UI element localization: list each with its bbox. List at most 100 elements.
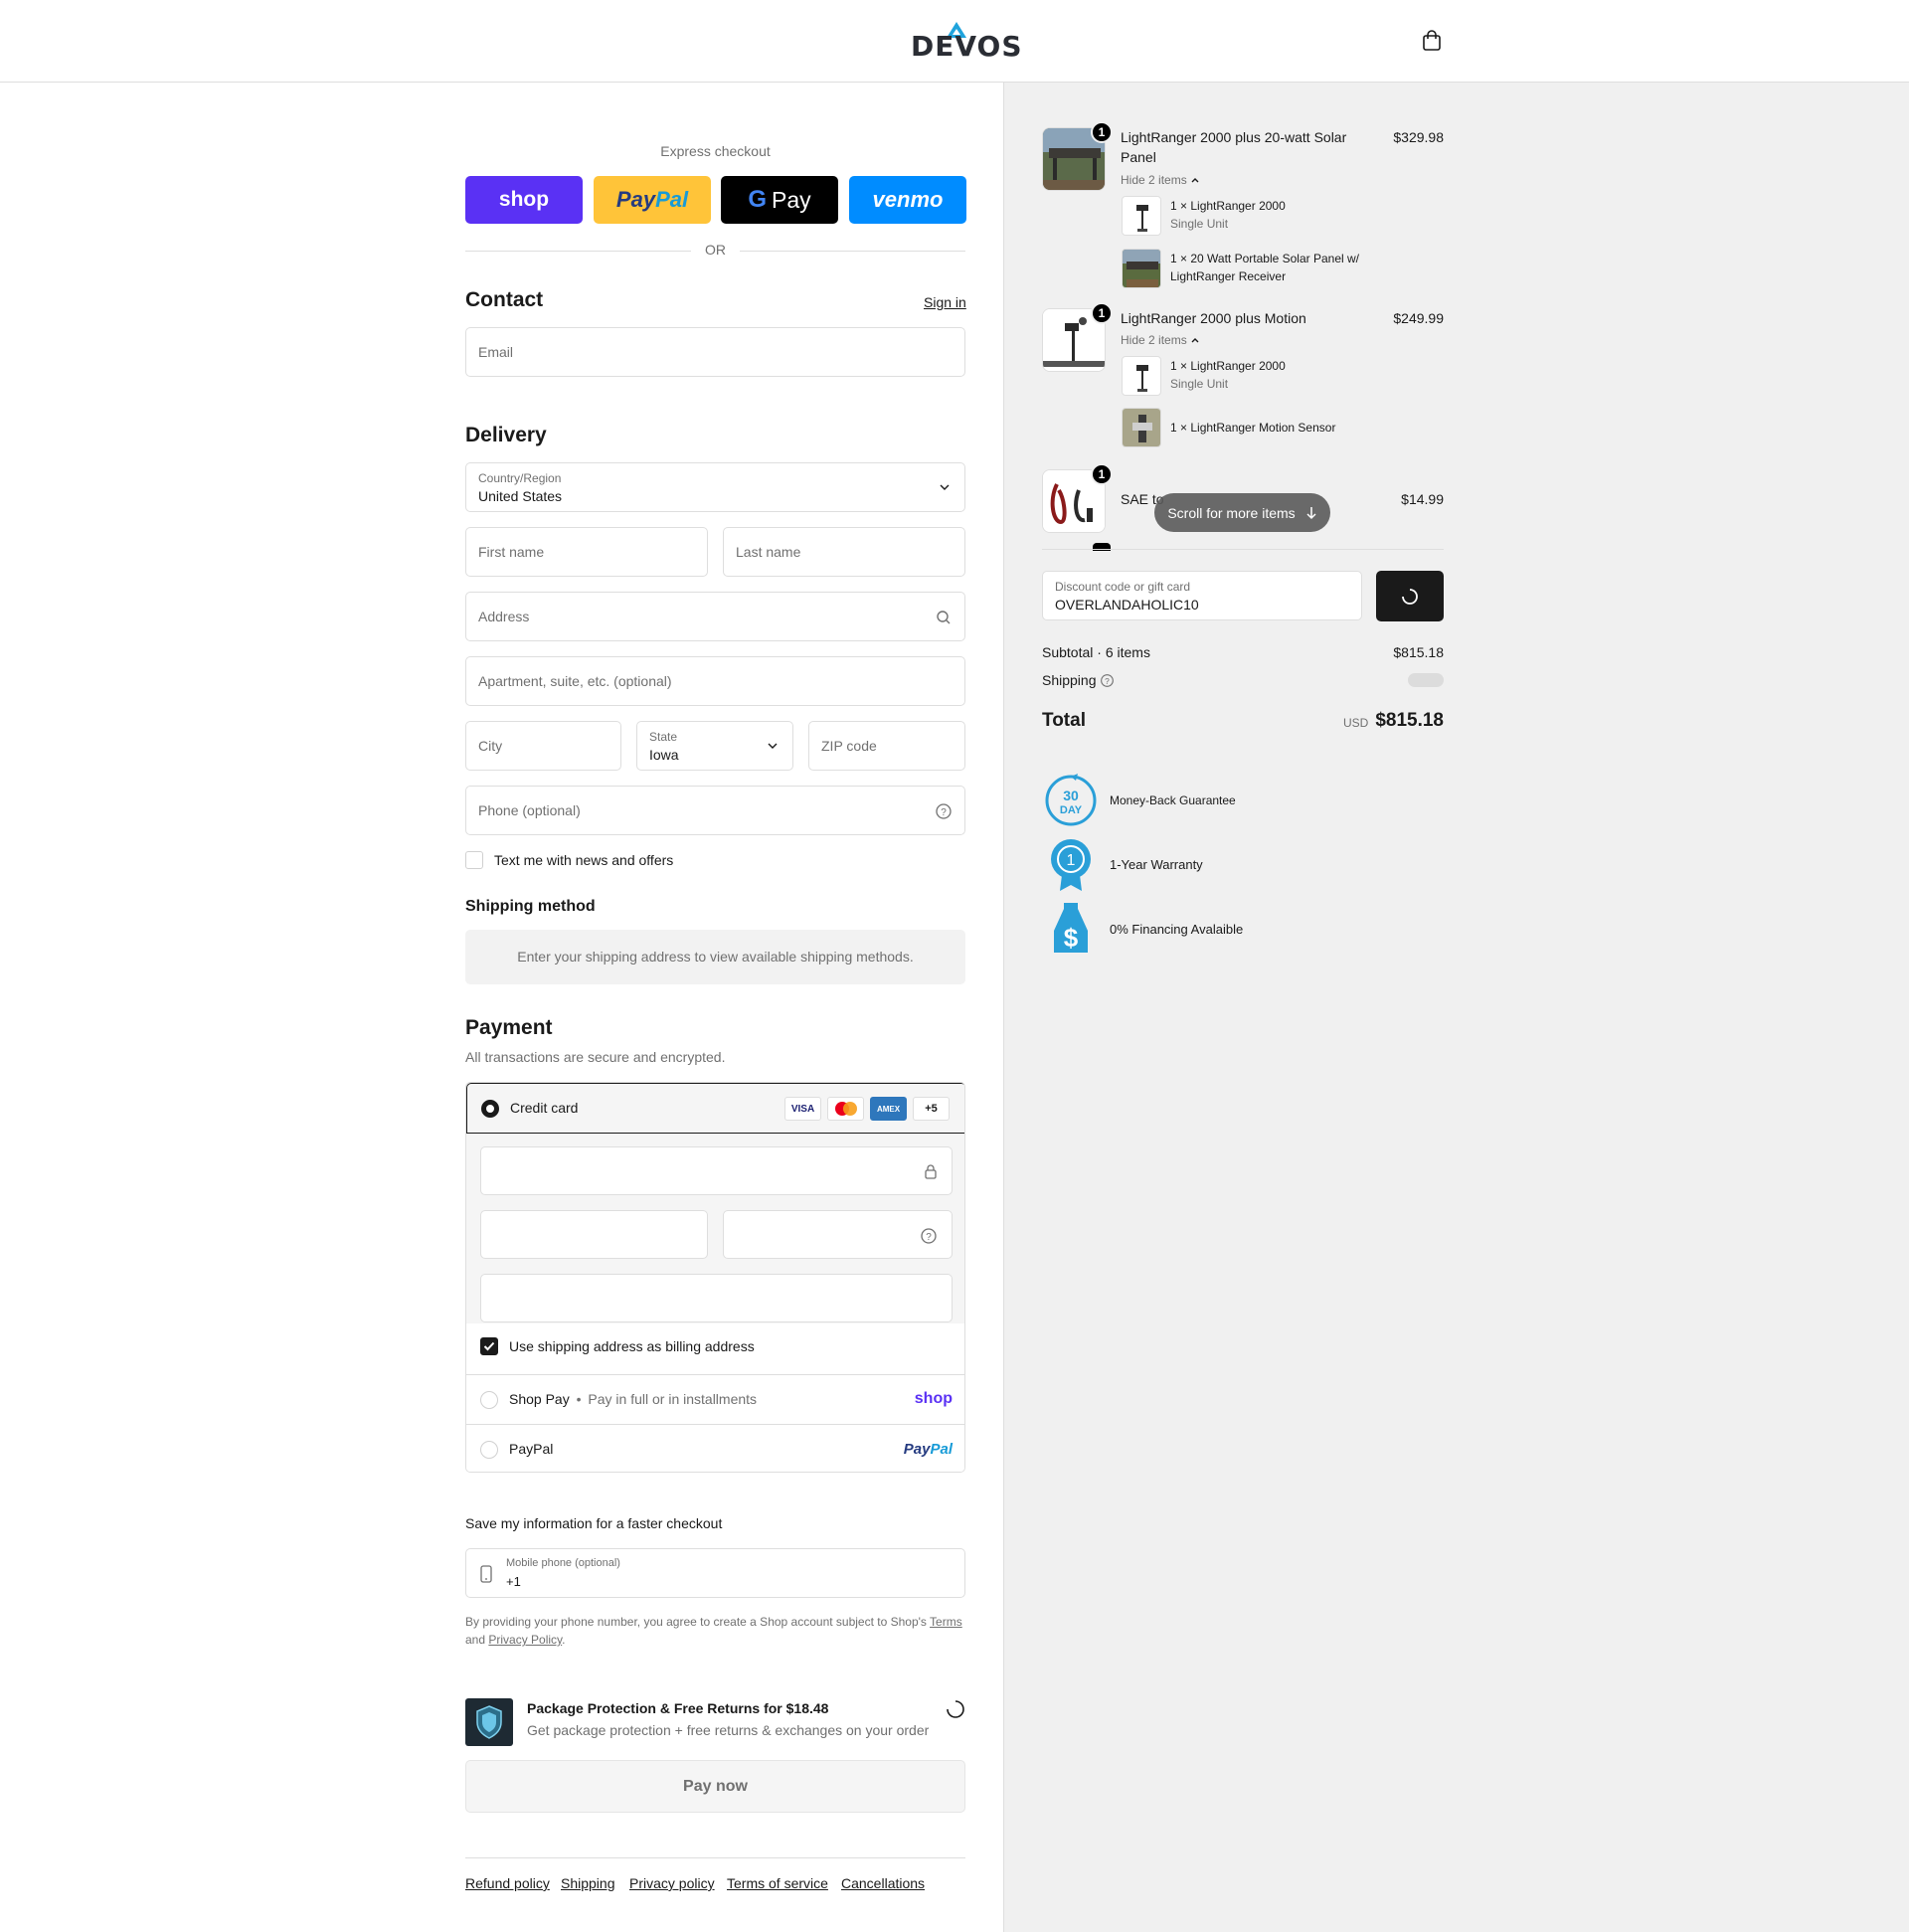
shipping-label: Shipping <box>1042 672 1097 688</box>
shop-pay-option[interactable]: Shop Pay • Pay in full or in installment… <box>466 1374 964 1424</box>
paypal-radio[interactable] <box>480 1441 498 1459</box>
hide-items-label: Hide 2 items <box>1121 173 1187 187</box>
sub-item-variant: Single Unit <box>1170 377 1229 391</box>
scroll-more-label: Scroll for more items <box>1167 504 1296 521</box>
name-on-card-field[interactable] <box>480 1274 953 1322</box>
apartment-field[interactable]: Apartment, suite, etc. (optional) <box>465 656 965 706</box>
terms-link[interactable]: Terms <box>930 1615 962 1629</box>
pay-now-button[interactable]: Pay now <box>465 1760 965 1813</box>
mastercard-icon <box>827 1097 864 1121</box>
item-price: $329.98 <box>1393 129 1444 145</box>
state-select[interactable]: State Iowa <box>636 721 793 771</box>
email-placeholder: Email <box>478 344 514 360</box>
billing-same-checkbox[interactable] <box>480 1337 498 1355</box>
money-back-guarantee-text: Money-Back Guarantee <box>1110 793 1236 807</box>
address-field[interactable]: Address <box>465 592 965 641</box>
item-price: $14.99 <box>1401 491 1444 507</box>
money-bag-icon: $ <box>1054 903 1088 953</box>
country-select[interactable]: Country/Region United States <box>465 462 965 512</box>
paypal-label-a: Pay <box>615 187 656 212</box>
security-code-field[interactable]: ? <box>723 1210 953 1259</box>
phone-disclaimer: By providing your phone number, you agre… <box>465 1613 965 1649</box>
product-image-sensor <box>1123 409 1160 446</box>
financing-text: 0% Financing Avalaible <box>1110 922 1244 937</box>
sub-item-thumbnail <box>1122 196 1161 236</box>
item-title-line: LightRanger 2000 plus 20-watt Solar <box>1121 129 1347 145</box>
text-me-checkbox[interactable] <box>465 851 483 869</box>
scroll-more-items-button[interactable]: Scroll for more items <box>1154 493 1330 532</box>
google-pay-button[interactable]: G Pay <box>721 176 838 224</box>
paypal-button[interactable]: Pay Pal <box>594 176 711 224</box>
email-field[interactable]: Email <box>465 327 965 377</box>
discount-code-field[interactable]: Discount code or gift card OVERLANDAHOLI… <box>1042 571 1362 620</box>
footer-terms-of-service[interactable]: Terms of service <box>727 1875 828 1891</box>
sub-item-title: 1 × LightRanger 2000 <box>1170 199 1286 213</box>
credit-card-label: Credit card <box>510 1100 579 1116</box>
phone-field[interactable]: Phone (optional) ? <box>465 786 965 835</box>
paypal-logo-b: Pal <box>930 1441 953 1458</box>
hide-items-toggle[interactable]: Hide 2 items <box>1121 333 1200 347</box>
shop-pay-button[interactable]: shop <box>465 176 583 224</box>
footer-refund-policy[interactable]: Refund policy <box>465 1875 550 1891</box>
subtotal-label: Subtotal · 6 items <box>1042 644 1150 660</box>
footer-divider <box>465 1857 965 1858</box>
footer-shipping[interactable]: Shipping <box>561 1875 615 1891</box>
hide-items-label: Hide 2 items <box>1121 333 1187 347</box>
item-title-line: LightRanger 2000 plus Motion <box>1121 310 1306 326</box>
chevron-down-icon <box>940 484 950 490</box>
logo-text: DEVOS <box>911 30 1023 63</box>
last-name-field[interactable]: Last name <box>723 527 965 577</box>
sub-item-thumbnail <box>1122 356 1161 396</box>
svg-text:30: 30 <box>1063 788 1079 803</box>
help-circle-icon[interactable]: ? <box>935 802 953 820</box>
item-price: $249.99 <box>1393 310 1444 326</box>
paypal-option[interactable]: PayPal PayPal <box>466 1424 964 1472</box>
shop-pay-label: shop <box>498 188 550 211</box>
help-circle-icon[interactable]: ? <box>1100 673 1115 688</box>
or-divider: OR <box>465 242 965 260</box>
card-number-field[interactable] <box>480 1146 953 1195</box>
country-label: Country/Region <box>478 471 562 485</box>
payment-methods: Credit card VISA AMEX +5 ? Use shipping … <box>465 1082 965 1473</box>
svg-text:?: ? <box>941 807 947 818</box>
privacy-policy-link[interactable]: Privacy Policy <box>488 1633 562 1647</box>
apply-discount-button[interactable] <box>1376 571 1444 621</box>
warranty-ribbon-icon: 1 <box>1051 839 1091 891</box>
svg-text:$: $ <box>1064 923 1079 953</box>
credit-card-option[interactable]: Credit card VISA AMEX +5 <box>466 1083 964 1134</box>
venmo-button[interactable]: venmo <box>849 176 966 224</box>
sub-item-variant: Single Unit <box>1170 217 1229 231</box>
warranty-text: 1-Year Warranty <box>1110 857 1203 872</box>
shop-pay-radio[interactable] <box>480 1391 498 1409</box>
hide-items-toggle[interactable]: Hide 2 items <box>1121 173 1200 187</box>
svg-text:DAY: DAY <box>1060 804 1083 816</box>
visa-icon: VISA <box>784 1097 821 1121</box>
city-field[interactable]: City <box>465 721 621 771</box>
paypal-logo: PayPal <box>904 1441 953 1458</box>
footer-privacy-policy[interactable]: Privacy policy <box>629 1875 715 1891</box>
footer-cancellations[interactable]: Cancellations <box>841 1875 925 1891</box>
arrow-down-icon <box>1306 506 1316 519</box>
zip-field[interactable]: ZIP code <box>808 721 965 771</box>
state-value: Iowa <box>649 747 679 763</box>
first-name-field[interactable]: First name <box>465 527 708 577</box>
sign-in-link[interactable]: Sign in <box>924 294 966 310</box>
sub-item-thumbnail <box>1122 249 1161 288</box>
apartment-placeholder: Apartment, suite, etc. (optional) <box>478 673 672 689</box>
help-circle-icon[interactable]: ? <box>920 1227 938 1245</box>
subtotal-value: $815.18 <box>1393 644 1444 660</box>
mobile-phone-field[interactable]: Mobile phone (optional) +1 <box>465 1548 965 1598</box>
city-placeholder: City <box>478 738 503 754</box>
country-value: United States <box>478 488 563 504</box>
svg-text:?: ? <box>926 1232 932 1243</box>
chevron-up-icon <box>1191 178 1199 183</box>
shopping-bag-icon[interactable] <box>1421 30 1443 52</box>
search-icon <box>937 611 951 624</box>
chevron-up-icon <box>1191 338 1199 343</box>
product-image-light <box>1136 205 1148 232</box>
shipping-method-title: Shipping method <box>465 898 596 915</box>
devos-logo[interactable]: DEVOS <box>911 22 1022 62</box>
expiration-field[interactable] <box>480 1210 708 1259</box>
credit-card-radio[interactable] <box>481 1100 499 1118</box>
dot-separator: • <box>576 1391 582 1407</box>
